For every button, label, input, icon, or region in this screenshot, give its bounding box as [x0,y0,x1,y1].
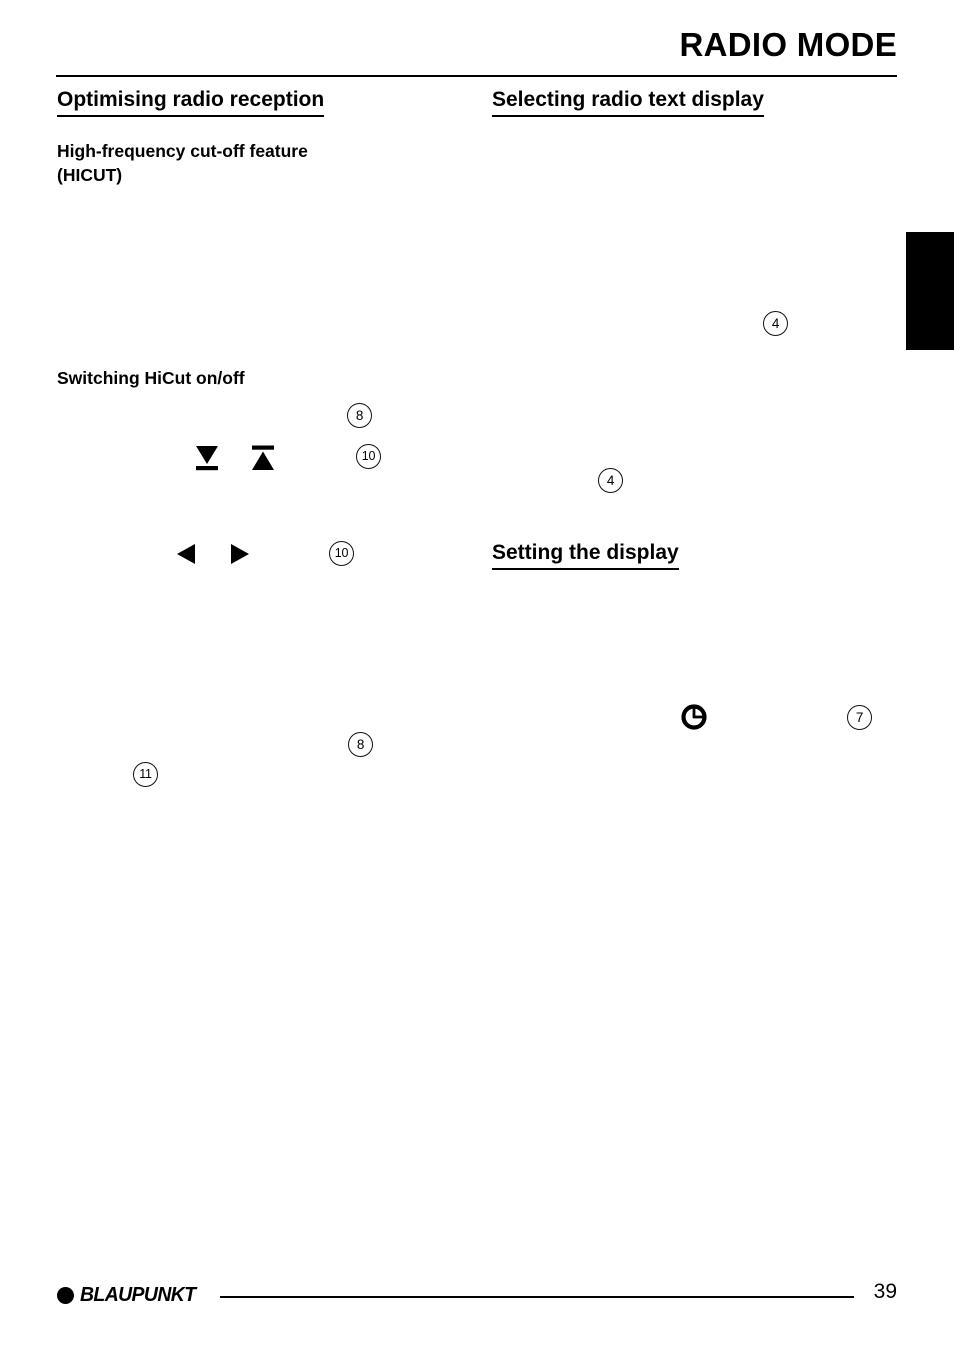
chapter-tab-marker [906,232,954,350]
subheading-hicut: High-frequency cut-off feature (HICUT) [57,140,477,187]
callout-number-8-lower: 8 [348,732,373,757]
right-arrow-icon [225,540,253,568]
right-column: Selecting radio text display [492,88,897,118]
blaupunkt-wordmark: BLAUPUNKT [80,1284,196,1306]
callout-number-10-seek-arrows: 10 [356,444,381,469]
left-column: Optimising radio reception [57,88,467,118]
subheading-switching-hicut: Switching HiCut on/off [57,368,245,388]
seek-down-arrow-icon [192,443,222,473]
callout-number-4-lower: 4 [598,468,623,493]
subheading-hicut-line1: High-frequency cut-off feature [57,141,308,161]
page-number: 39 [873,1280,897,1303]
left-arrow-icon [173,540,201,568]
heading-optimising-radio-reception: Optimising radio reception [57,88,325,118]
callout-number-7-clock: 7 [847,705,872,730]
heading-selecting-radio-text-display: Selecting radio text display [492,88,764,118]
blaupunkt-dot-icon [57,1286,74,1304]
callout-number-8-hicut-button: 8 [347,403,372,428]
footer-divider [220,1296,854,1298]
clock-icon [681,704,707,730]
callout-number-10-nav-arrows: 10 [329,541,354,566]
document-page: RADIO MODE Optimising radio reception Hi… [0,0,954,1349]
callout-number-4-upper: 4 [763,311,788,336]
page-footer: BLAUPUNKT 39 [57,1280,897,1313]
heading-setting-the-display: Setting the display [492,541,679,571]
blaupunkt-logo: BLAUPUNKT [57,1283,199,1307]
callout-number-11: 11 [133,762,158,787]
seek-up-arrow-icon [248,443,278,473]
subheading-hicut-line2: (HICUT) [57,164,123,185]
heading-setting-the-display-wrap: Setting the display [492,541,679,571]
page-title: RADIO MODE [679,26,897,63]
header-divider [56,75,897,77]
